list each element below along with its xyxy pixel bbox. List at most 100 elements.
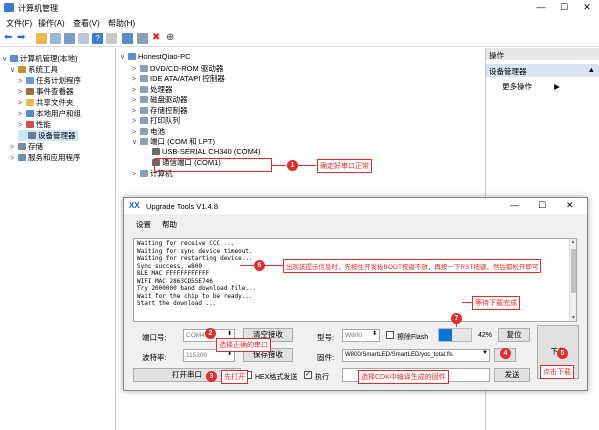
expand-arrow-icon[interactable]: > bbox=[10, 144, 18, 151]
nav-item[interactable]: > 性能 bbox=[18, 119, 51, 130]
collapse-arrow-icon: ▲ bbox=[587, 65, 595, 74]
dialog-title-bar: XX Upgrade Tools V1.4.8 — ☐ ✕ bbox=[124, 198, 587, 214]
firmware-path-select[interactable]: W800/SmartLED/SmartLED/yoc_total.fls ▼ bbox=[342, 349, 490, 362]
annotation-1-line-b bbox=[298, 165, 316, 166]
scan-hardware-icon[interactable] bbox=[122, 33, 133, 44]
nav-item[interactable]: ∨ 系统工具 bbox=[10, 64, 58, 75]
show-tree-icon[interactable] bbox=[50, 33, 61, 44]
dialog-minimize-button[interactable]: — bbox=[510, 200, 519, 210]
expand-arrow-icon[interactable]: > bbox=[18, 78, 26, 85]
annotation-5-note: 点击下载 bbox=[540, 365, 574, 379]
dialog-maximize-button[interactable]: ☐ bbox=[538, 200, 546, 211]
dialog-menu-help[interactable]: 帮助 bbox=[162, 219, 177, 230]
console-scrollbar[interactable]: ▲ ▼ bbox=[569, 239, 576, 321]
device-tree-item[interactable]: > 打印队列 bbox=[132, 115, 180, 126]
menu-view[interactable]: 查看(V) bbox=[73, 18, 100, 29]
expand-arrow-icon[interactable]: > bbox=[132, 87, 140, 94]
expand-arrow-icon[interactable]: > bbox=[132, 129, 140, 136]
nav-item-label: 共享文件夹 bbox=[36, 98, 74, 107]
device-tree-item[interactable]: > 磁盘驱动器 bbox=[132, 94, 188, 105]
nav-item[interactable]: ∨ 计算机管理(本地) bbox=[2, 53, 78, 64]
execute-checkbox[interactable]: ✓ bbox=[304, 371, 312, 379]
device-tree-item[interactable]: > 存储控制器 bbox=[132, 105, 188, 116]
device-tree-item[interactable]: USB-SERIAL CH340 (COM4) bbox=[144, 147, 261, 156]
expand-arrow-icon[interactable]: > bbox=[18, 122, 26, 129]
model-select-value: W800 bbox=[345, 332, 362, 339]
refresh-icon[interactable] bbox=[78, 33, 89, 44]
nav-item[interactable]: > 共享文件夹 bbox=[18, 97, 74, 108]
help-icon[interactable]: ? bbox=[92, 33, 103, 44]
expand-arrow-icon[interactable]: > bbox=[18, 111, 26, 118]
users-icon bbox=[26, 110, 34, 117]
performance-icon bbox=[26, 121, 34, 128]
device-tree-item[interactable]: ∨ 端口 (COM 和 LPT) bbox=[132, 136, 215, 147]
expand-arrow-icon[interactable]: > bbox=[132, 118, 140, 125]
device-tree-item[interactable]: > DVD/CD-ROM 驱动器 bbox=[132, 63, 223, 74]
dialog-menu-settings[interactable]: 设置 bbox=[136, 219, 151, 230]
services-icon bbox=[18, 154, 26, 161]
menu-file[interactable]: 文件(F) bbox=[6, 18, 32, 29]
annotation-3-badge: 3 bbox=[206, 371, 217, 382]
expand-arrow-icon[interactable]: > bbox=[132, 66, 140, 73]
download-progress-bar bbox=[438, 328, 472, 342]
nav-item-label: 事件查看器 bbox=[36, 87, 74, 96]
expand-arrow-icon[interactable]: > bbox=[132, 76, 140, 83]
console-line: Try 2000000 band download file... bbox=[137, 285, 257, 292]
expand-arrow-icon[interactable]: > bbox=[18, 100, 26, 107]
device-icon bbox=[140, 127, 148, 135]
menu-action[interactable]: 操作(A) bbox=[38, 18, 65, 29]
reset-button[interactable]: 复位 bbox=[498, 328, 530, 342]
device-icon bbox=[140, 117, 148, 124]
expand-arrow-icon[interactable]: > bbox=[132, 97, 140, 104]
nav-item[interactable]: > 服务和应用程序 bbox=[10, 152, 81, 163]
erase-flash-checkbox[interactable] bbox=[386, 331, 394, 339]
download-driver-icon[interactable]: ⊕ bbox=[166, 33, 177, 44]
device-tree-item[interactable]: ∨ HonestQiao-PC bbox=[120, 52, 191, 61]
collapse-arrow-icon[interactable]: ∨ bbox=[132, 138, 140, 146]
close-button[interactable]: ✕ bbox=[576, 1, 598, 14]
device-tree-item[interactable]: > IDE ATA/ATAPI 控制器 bbox=[132, 73, 225, 84]
device-tree-item[interactable]: > 电池 bbox=[132, 126, 165, 137]
more-actions-item[interactable]: 更多操作 ▶ bbox=[502, 81, 560, 92]
annotation-2-note: 选择正确的串口 bbox=[216, 338, 271, 352]
nav-item[interactable]: 设备管理器 bbox=[18, 130, 78, 141]
console-scroll-thumb[interactable] bbox=[571, 249, 576, 293]
forward-icon[interactable]: ➡ bbox=[17, 33, 28, 44]
back-icon[interactable]: ⬅ bbox=[4, 33, 15, 44]
device-icon bbox=[152, 147, 160, 155]
send-button[interactable]: 发送 bbox=[494, 368, 530, 382]
nav-item[interactable]: > 存储 bbox=[10, 141, 43, 152]
device-icon bbox=[128, 53, 136, 60]
update-driver-icon[interactable] bbox=[137, 33, 148, 44]
device-tree-item[interactable]: > 处理器 bbox=[132, 84, 173, 95]
menu-help[interactable]: 帮助(H) bbox=[108, 18, 135, 29]
console-scroll-up-icon[interactable]: ▲ bbox=[570, 239, 576, 245]
console-icon[interactable] bbox=[106, 33, 117, 44]
nav-item[interactable]: > 事件查看器 bbox=[18, 86, 74, 97]
uninstall-icon[interactable]: ✖ bbox=[152, 33, 163, 44]
up-folder-icon[interactable] bbox=[36, 33, 47, 44]
device-manager-icon bbox=[28, 132, 36, 139]
nav-item[interactable]: > 本地用户和组 bbox=[18, 108, 81, 119]
dialog-close-button[interactable]: ✕ bbox=[566, 200, 574, 211]
device-icon bbox=[140, 138, 148, 145]
folder-icon bbox=[26, 99, 34, 106]
properties-icon[interactable] bbox=[64, 33, 75, 44]
collapse-arrow-icon[interactable]: ∨ bbox=[2, 55, 10, 63]
collapse-arrow-icon[interactable]: ∨ bbox=[10, 66, 18, 74]
annotation-7-line bbox=[456, 323, 457, 327]
model-select[interactable]: W800 ⬍ bbox=[342, 329, 380, 342]
actions-selected[interactable]: 设备管理器 ▲ bbox=[486, 64, 599, 77]
device-label: 端口 (COM 和 LPT) bbox=[150, 137, 215, 146]
nav-item[interactable]: > 任务计划程序 bbox=[18, 75, 81, 86]
expand-arrow-icon[interactable]: > bbox=[132, 108, 140, 115]
expand-arrow-icon[interactable]: > bbox=[18, 89, 26, 96]
device-label: 存储控制器 bbox=[150, 105, 188, 115]
minimize-button[interactable]: — bbox=[530, 1, 552, 14]
maximize-button[interactable]: ☐ bbox=[553, 1, 575, 14]
collapse-arrow-icon[interactable]: ∨ bbox=[120, 53, 128, 61]
device-label: 电池 bbox=[150, 126, 165, 136]
expand-arrow-icon[interactable]: > bbox=[132, 171, 140, 178]
expand-arrow-icon[interactable]: > bbox=[10, 155, 18, 162]
console-scroll-down-icon[interactable]: ▼ bbox=[570, 315, 577, 321]
